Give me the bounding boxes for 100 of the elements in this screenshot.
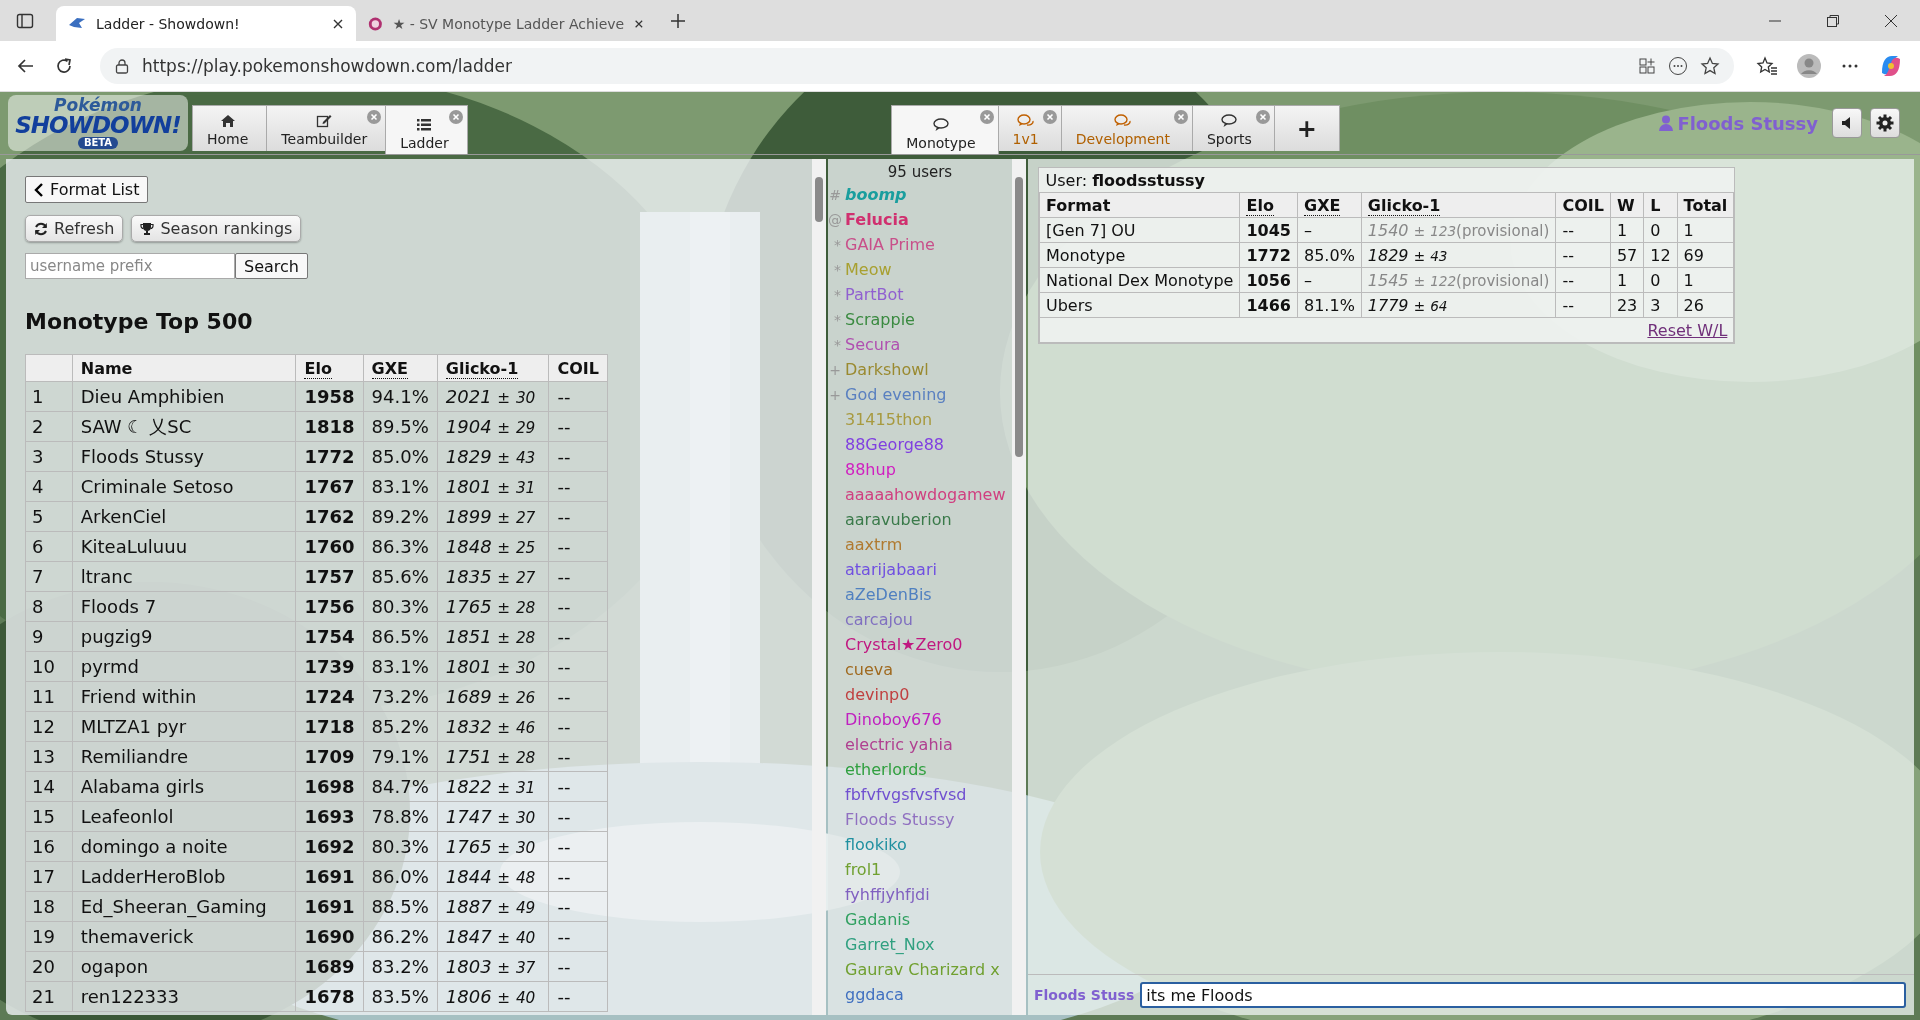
browser-tab[interactable]: ★ - SV Monotype Ladder Achieve bbox=[356, 6, 656, 41]
elo-cell: 1760 bbox=[296, 531, 364, 562]
glicko-cell: 1835 ± 27 bbox=[437, 561, 549, 592]
logo[interactable]: Pokémon SHOWDOWN! BETA bbox=[8, 95, 188, 151]
player-name-cell[interactable]: Criminale Setoso bbox=[72, 471, 296, 502]
scrollbar[interactable] bbox=[812, 159, 826, 1015]
avatar-icon bbox=[368, 14, 383, 33]
user-name[interactable]: 88George88 bbox=[845, 435, 945, 454]
player-name-cell[interactable]: Alabama girls bbox=[72, 771, 296, 802]
player-name-cell[interactable]: pyrmd bbox=[72, 651, 296, 682]
room-tab[interactable]: Monotype bbox=[891, 105, 999, 155]
message-field[interactable]: its me Floods bbox=[1140, 982, 1906, 1008]
search-button[interactable]: Search bbox=[235, 253, 308, 279]
favorites-icon[interactable] bbox=[1756, 56, 1778, 76]
player-name-cell[interactable]: themaverick bbox=[72, 921, 296, 952]
total-cell: 26 bbox=[1677, 292, 1734, 318]
coil-cell: -- bbox=[1555, 267, 1611, 293]
reload-icon[interactable] bbox=[54, 56, 74, 76]
close-icon[interactable] bbox=[1884, 13, 1898, 28]
scrollbar[interactable] bbox=[1012, 159, 1026, 1015]
glicko-cell: 1689 ± 26 bbox=[437, 681, 549, 712]
nav-tab[interactable]: Ladder bbox=[385, 105, 468, 155]
player-name-cell[interactable]: Remiliandre bbox=[72, 741, 296, 772]
new-tab-icon[interactable] bbox=[670, 12, 686, 29]
search-field[interactable]: username prefix bbox=[25, 253, 235, 279]
player-name-cell[interactable]: LadderHeroBlob bbox=[72, 861, 296, 892]
season-rankings-button[interactable]: Season rankings bbox=[131, 215, 302, 242]
coil-cell: -- bbox=[1555, 292, 1611, 318]
column-header[interactable]: Glicko-1 bbox=[1361, 192, 1556, 218]
column-header: COIL bbox=[1555, 192, 1611, 218]
column-header[interactable]: Elo bbox=[296, 354, 364, 382]
elo-cell: 1772 bbox=[296, 441, 364, 472]
rank-cell: 6 bbox=[25, 531, 73, 562]
rank-cell: 13 bbox=[25, 741, 73, 772]
nav-tab[interactable]: Teambuilder bbox=[266, 105, 387, 151]
sound-button[interactable] bbox=[1832, 108, 1862, 138]
profile-icon[interactable] bbox=[1796, 53, 1822, 79]
elo-cell: 1693 bbox=[296, 801, 364, 832]
room-tab[interactable]: 1v1 bbox=[997, 105, 1062, 151]
player-name-cell[interactable]: ogapon bbox=[72, 951, 296, 982]
user-name[interactable]: fbfvfvgsfvsfvsd bbox=[845, 785, 967, 804]
player-name-cell[interactable]: Floods Stussy bbox=[72, 441, 296, 472]
gxe-cell: 78.8% bbox=[363, 801, 438, 832]
address-bar[interactable]: https://play.pokemonshowdown.com/ladder bbox=[100, 48, 1734, 84]
nav-tab[interactable]: Home bbox=[192, 105, 268, 151]
player-name-cell[interactable]: SAW ☾ 乂SC bbox=[72, 411, 296, 442]
new-room-button[interactable]: + bbox=[1273, 105, 1340, 151]
close-icon[interactable] bbox=[634, 17, 644, 30]
user-name[interactable]: Crystal★Zero0 bbox=[845, 635, 963, 654]
column-header[interactable]: GXE bbox=[363, 354, 438, 382]
rank-symbol: * bbox=[833, 237, 841, 253]
star-icon[interactable] bbox=[1700, 56, 1720, 76]
player-name-cell[interactable]: domingo a noite bbox=[72, 831, 296, 862]
gxe-cell: 85.0% bbox=[1297, 242, 1362, 268]
reset-link[interactable]: Reset W/L bbox=[1647, 320, 1728, 340]
rank-cell: 18 bbox=[25, 891, 73, 922]
more-icon[interactable] bbox=[1668, 56, 1688, 76]
player-name-cell[interactable]: ren122333 bbox=[72, 981, 296, 1012]
column-header[interactable]: Elo bbox=[1239, 192, 1298, 218]
player-name-cell[interactable]: pugzig9 bbox=[72, 621, 296, 652]
glicko-cell: 1747 ± 30 bbox=[437, 801, 549, 832]
browser-tab[interactable]: Ladder - Showdown! bbox=[56, 6, 356, 41]
elo-cell: 1724 bbox=[296, 681, 364, 712]
player-name-cell[interactable]: Dieu Amphibien bbox=[72, 381, 296, 412]
player-name-cell[interactable]: ltranc bbox=[72, 561, 296, 592]
player-name-cell[interactable]: Friend within bbox=[72, 681, 296, 712]
room-tab[interactable]: Development bbox=[1060, 105, 1193, 151]
elo-cell: 1691 bbox=[296, 891, 364, 922]
coil-cell: -- bbox=[1555, 242, 1611, 268]
player-name-cell[interactable]: Ed_Sheeran_Gaming bbox=[72, 891, 296, 922]
user-name[interactable]: devinp0 bbox=[845, 685, 910, 704]
user-name[interactable]: atarijabaari bbox=[845, 560, 937, 579]
coil-cell: -- bbox=[548, 591, 608, 622]
user-name[interactable]: ggdaca bbox=[845, 985, 904, 1004]
restore-icon[interactable] bbox=[1826, 13, 1840, 28]
rank-cell: 7 bbox=[25, 561, 73, 592]
player-name-cell[interactable]: KiteaLuluuu bbox=[72, 531, 296, 562]
player-name-cell[interactable]: Floods 7 bbox=[72, 591, 296, 622]
gxe-cell: 83.1% bbox=[363, 651, 438, 682]
settings-button[interactable] bbox=[1870, 108, 1900, 138]
format-list-button[interactable]: Format List bbox=[25, 176, 149, 203]
player-name-cell[interactable]: ArkenCiel bbox=[72, 501, 296, 532]
room-tab[interactable]: Sports bbox=[1191, 105, 1275, 151]
glicko-cell: 1844 ± 48 bbox=[437, 861, 549, 892]
gxe-cell: 94.1% bbox=[363, 381, 438, 412]
losses-cell: 12 bbox=[1643, 242, 1678, 268]
close-icon[interactable] bbox=[332, 17, 344, 30]
user-name[interactable]: electric yahia bbox=[845, 735, 953, 754]
user-name[interactable]: fyhffjyhfjdi bbox=[845, 885, 930, 904]
format-cell: Monotype bbox=[1039, 242, 1240, 268]
player-name-cell[interactable]: Leafeonlol bbox=[72, 801, 296, 832]
player-name-cell[interactable]: MLTZA1 pyr bbox=[72, 711, 296, 742]
losses-cell: 0 bbox=[1643, 267, 1678, 293]
column-header[interactable]: Glicko-1 bbox=[437, 354, 549, 382]
apps-icon[interactable] bbox=[1638, 57, 1656, 75]
elo-cell: 1466 bbox=[1239, 292, 1298, 318]
gxe-cell: 81.1% bbox=[1297, 292, 1362, 318]
sidebar-icon[interactable] bbox=[16, 11, 34, 30]
column-header[interactable]: GXE bbox=[1297, 192, 1362, 218]
refresh-button[interactable]: Refresh bbox=[25, 215, 124, 242]
